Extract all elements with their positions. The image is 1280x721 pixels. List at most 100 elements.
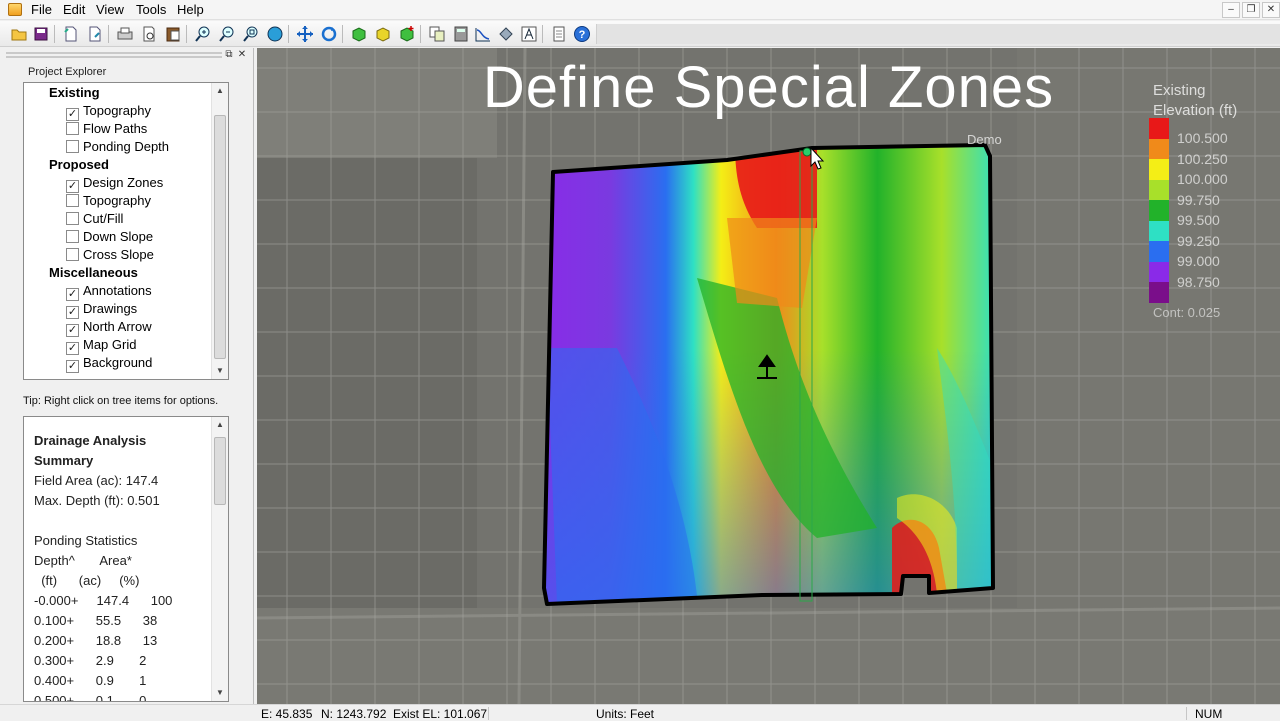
- tree-item-map-grid[interactable]: ✓ Map Grid: [66, 336, 137, 355]
- cube-green-icon[interactable]: [350, 25, 368, 43]
- tree-item-label: Cross Slope: [83, 247, 154, 262]
- pane-grip[interactable]: [6, 52, 222, 58]
- globe-icon[interactable]: [266, 25, 284, 43]
- cube-add-icon[interactable]: [398, 25, 416, 43]
- legend-swatch: [1149, 261, 1169, 283]
- checkbox[interactable]: ✓: [66, 360, 79, 373]
- move-icon[interactable]: [497, 25, 515, 43]
- menu-edit[interactable]: Edit: [63, 2, 85, 17]
- page-icon[interactable]: [550, 25, 568, 43]
- zoom-out-icon[interactable]: [218, 25, 236, 43]
- copy-icon[interactable]: [428, 25, 446, 43]
- checkbox[interactable]: [66, 212, 79, 225]
- legend-label: 100.250: [1177, 150, 1228, 167]
- toolbar-separator: [108, 25, 109, 43]
- checkbox[interactable]: [66, 230, 79, 243]
- ponding-row: 0.400+ 0.9 1: [34, 673, 147, 688]
- scroll-thumb[interactable]: [214, 437, 226, 505]
- menu-help[interactable]: Help: [177, 2, 204, 17]
- tree-item-ponding-depth[interactable]: Ponding Depth: [66, 138, 169, 156]
- elevation-readout: Exist EL: 101.067: [393, 707, 488, 721]
- aerial-patch: [257, 158, 477, 608]
- menu-view[interactable]: View: [96, 2, 124, 17]
- legend-swatch: [1149, 159, 1169, 180]
- scroll-up-icon[interactable]: ▲: [212, 83, 228, 99]
- tree-item-down-slope[interactable]: Down Slope: [66, 228, 153, 246]
- checkbox[interactable]: [66, 140, 79, 153]
- zone-vertex[interactable]: [802, 147, 812, 157]
- tree-item-label: Drawings: [83, 301, 138, 316]
- tree-item-flow-paths[interactable]: Flow Paths: [66, 120, 147, 138]
- print-preview-icon[interactable]: [140, 25, 158, 43]
- close-button[interactable]: ✕: [1262, 2, 1280, 18]
- scroll-down-icon[interactable]: ▼: [212, 685, 228, 701]
- zoom-extents-icon[interactable]: [242, 25, 260, 43]
- cube-yellow-icon[interactable]: [374, 25, 392, 43]
- legend-label: 99.000: [1177, 253, 1220, 269]
- help-icon[interactable]: ?: [573, 25, 591, 43]
- zoom-in-icon[interactable]: [194, 25, 212, 43]
- svg-text:?: ?: [579, 29, 586, 41]
- tree-item-existing-topography[interactable]: ✓ Topography: [66, 102, 151, 121]
- legend-swatch: [1149, 179, 1169, 201]
- tree-item-design-zones[interactable]: ✓ Design Zones: [66, 174, 164, 193]
- pin-icon[interactable]: ⧉: [224, 50, 234, 61]
- ponding-header: Depth^ Area*: [34, 553, 132, 568]
- tree-item-background[interactable]: ✓ Background: [66, 354, 152, 373]
- scroll-thumb[interactable]: [214, 115, 226, 359]
- profile-icon[interactable]: [474, 25, 492, 43]
- ponding-row: 0.100+ 55.5 38: [34, 613, 158, 628]
- restore-button[interactable]: ❐: [1242, 2, 1260, 18]
- export-icon[interactable]: [86, 25, 104, 43]
- menu-file[interactable]: File: [31, 2, 52, 17]
- paste-icon[interactable]: [164, 25, 182, 43]
- pan-icon[interactable]: [296, 25, 314, 43]
- map-canvas[interactable]: [257, 48, 1280, 704]
- ponding-row: 0.500+ 0.1 0: [34, 693, 147, 702]
- tree-item-annotations[interactable]: ✓ Annotations: [66, 282, 152, 301]
- ponding-row: -0.000+ 147.4 100: [34, 593, 173, 608]
- tree-item-label: Map Grid: [83, 337, 137, 352]
- open-folder-icon[interactable]: [10, 25, 28, 43]
- units-readout: Units: Feet: [596, 707, 655, 721]
- drainage-summary-panel: Drainage Analysis Summary Field Area (ac…: [23, 416, 229, 702]
- refresh-icon[interactable]: [320, 25, 338, 43]
- legend-label: 98.750: [1177, 273, 1220, 290]
- legend-swatch: [1149, 138, 1169, 160]
- checkbox[interactable]: [66, 194, 79, 207]
- new-doc-icon[interactable]: [62, 25, 80, 43]
- save-icon[interactable]: [32, 25, 50, 43]
- ponding-row: 0.200+ 18.8 13: [34, 633, 158, 648]
- scroll-down-icon[interactable]: ▼: [212, 363, 228, 379]
- summary-scrollbar[interactable]: ▲ ▼: [211, 417, 228, 701]
- tree-group-miscellaneous[interactable]: Miscellaneous: [49, 264, 138, 282]
- scroll-up-icon[interactable]: ▲: [212, 417, 228, 433]
- legend-swatch: [1149, 282, 1169, 303]
- tree-scrollbar[interactable]: ▲ ▼: [211, 83, 228, 379]
- text-icon[interactable]: [520, 25, 538, 43]
- close-pane-icon[interactable]: ✕: [237, 50, 247, 61]
- map-view[interactable]: Define Special Zones Demo Existing Eleva…: [257, 48, 1280, 704]
- tree-item-cross-slope[interactable]: Cross Slope: [66, 246, 154, 264]
- tree-item-label: Design Zones: [83, 175, 164, 190]
- minimize-button[interactable]: –: [1222, 2, 1240, 18]
- tree-item-drawings[interactable]: ✓ Drawings: [66, 300, 138, 319]
- tree-item-label: Topography: [83, 103, 151, 118]
- checkbox[interactable]: [66, 248, 79, 261]
- tree-item-cut-fill[interactable]: Cut/Fill: [66, 210, 123, 228]
- contour-interval: Cont: 0.025: [1153, 305, 1221, 320]
- print-icon[interactable]: [116, 25, 134, 43]
- calculator-icon[interactable]: [452, 25, 470, 43]
- legend-label: 99.750: [1177, 191, 1220, 208]
- ponding-units: (ft) (ac) (%): [34, 573, 140, 588]
- checkbox[interactable]: [66, 122, 79, 135]
- tree-item-north-arrow[interactable]: ✓ North Arrow: [66, 318, 152, 337]
- menu-tools[interactable]: Tools: [136, 2, 166, 17]
- legend-title: Existing Elevation (ft): [1153, 81, 1237, 121]
- legend-swatch: [1149, 241, 1169, 262]
- app-icon: [8, 3, 22, 16]
- tree-item-proposed-topography[interactable]: Topography: [66, 192, 151, 210]
- tree-group-proposed[interactable]: Proposed: [49, 156, 109, 174]
- tree-group-existing[interactable]: Existing: [49, 84, 100, 102]
- legend-label: 100.500: [1177, 130, 1228, 146]
